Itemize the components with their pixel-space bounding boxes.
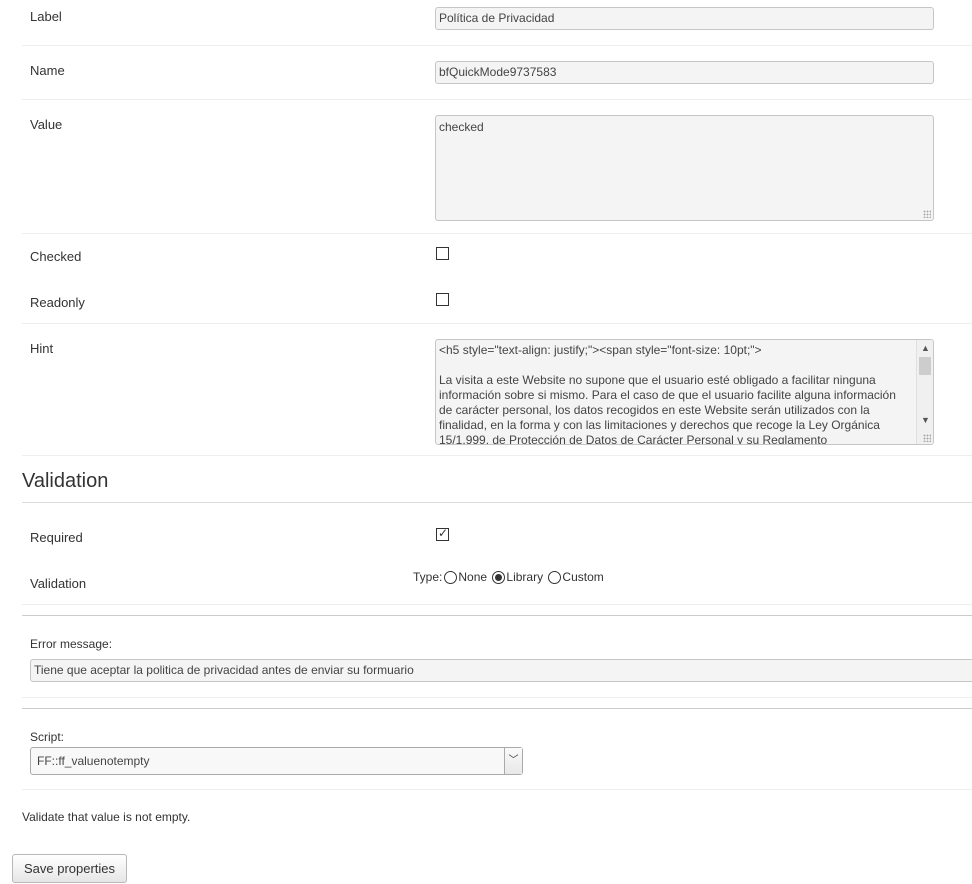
label-field-label: Label xyxy=(30,9,62,24)
name-field-label: Name xyxy=(30,63,65,78)
hint-html-line: <h5 style="text-align: justify;"><span s… xyxy=(439,343,762,357)
error-message-label: Error message: xyxy=(30,637,113,651)
validation-heading: Validation xyxy=(22,470,109,492)
radio-none[interactable] xyxy=(444,571,458,584)
divider xyxy=(22,789,972,790)
radio-custom-label[interactable]: Custom xyxy=(562,570,603,584)
checkmark-icon: ✓ xyxy=(438,526,449,540)
scroll-thumb[interactable] xyxy=(919,357,931,375)
checked-field-label: Checked xyxy=(30,249,82,264)
checked-checkbox[interactable] xyxy=(436,247,449,260)
readonly-row: Readonly xyxy=(22,280,972,324)
scroll-down-icon[interactable]: ▼ xyxy=(917,412,933,428)
type-prefix: Type: xyxy=(413,570,443,584)
hint-textarea[interactable]: <h5 style="text-align: justify;"><span s… xyxy=(435,339,934,445)
script-select[interactable]: FF::ff_valuenotempty ﹀ xyxy=(30,747,523,775)
value-field-label: Value xyxy=(30,117,63,132)
required-row: Required ✓ xyxy=(22,503,972,557)
divider xyxy=(22,708,972,709)
radio-none-label[interactable]: None xyxy=(458,570,487,584)
radio-library-label[interactable]: Library xyxy=(506,570,543,584)
script-label: Script: xyxy=(30,730,65,744)
required-field-label: Required xyxy=(30,530,83,545)
scroll-up-icon[interactable]: ▲ xyxy=(917,340,933,356)
readonly-field-label: Readonly xyxy=(30,295,85,310)
name-input[interactable]: bfQuickMode9737583 xyxy=(435,61,934,84)
value-textarea-text: checked xyxy=(439,120,484,134)
hint-field-label: Hint xyxy=(30,341,54,356)
label-row: Label Política de Privacidad xyxy=(22,0,972,46)
resize-grip-icon[interactable] xyxy=(923,210,931,218)
save-properties-button[interactable]: Save properties xyxy=(12,854,127,883)
checked-row: Checked xyxy=(22,234,972,280)
validation-type-label: Validation xyxy=(30,576,87,591)
hint-textarea-content: <h5 style="text-align: justify;"><span s… xyxy=(439,343,930,445)
script-description: Validate that value is not empty. xyxy=(22,810,191,824)
error-message-input[interactable]: Tiene que aceptar la politica de privaci… xyxy=(30,659,972,682)
chevron-down-icon[interactable]: ﹀ xyxy=(504,748,522,774)
script-select-value: FF::ff_valuenotempty xyxy=(37,754,150,768)
hint-scrollbar[interactable]: ▲ ▼ xyxy=(916,340,933,444)
radio-library[interactable] xyxy=(492,571,506,584)
required-checkbox[interactable]: ✓ xyxy=(436,526,449,541)
value-textarea[interactable]: checked xyxy=(435,115,934,221)
divider xyxy=(22,697,972,698)
name-row: Name bfQuickMode9737583 xyxy=(22,46,972,100)
hint-blank-line xyxy=(439,358,910,373)
readonly-checkbox[interactable] xyxy=(436,293,449,306)
hint-paragraph: La visita a este Website no supone que e… xyxy=(439,373,896,445)
resize-grip-icon[interactable] xyxy=(923,434,931,442)
validation-type-radio-group: Type: None Library Custom xyxy=(413,570,604,584)
value-row: Value checked xyxy=(22,100,972,234)
divider xyxy=(22,615,972,616)
hint-row: Hint <h5 style="text-align: justify;"><s… xyxy=(22,324,972,456)
label-input[interactable]: Política de Privacidad xyxy=(435,7,934,30)
radio-custom[interactable] xyxy=(548,571,562,584)
